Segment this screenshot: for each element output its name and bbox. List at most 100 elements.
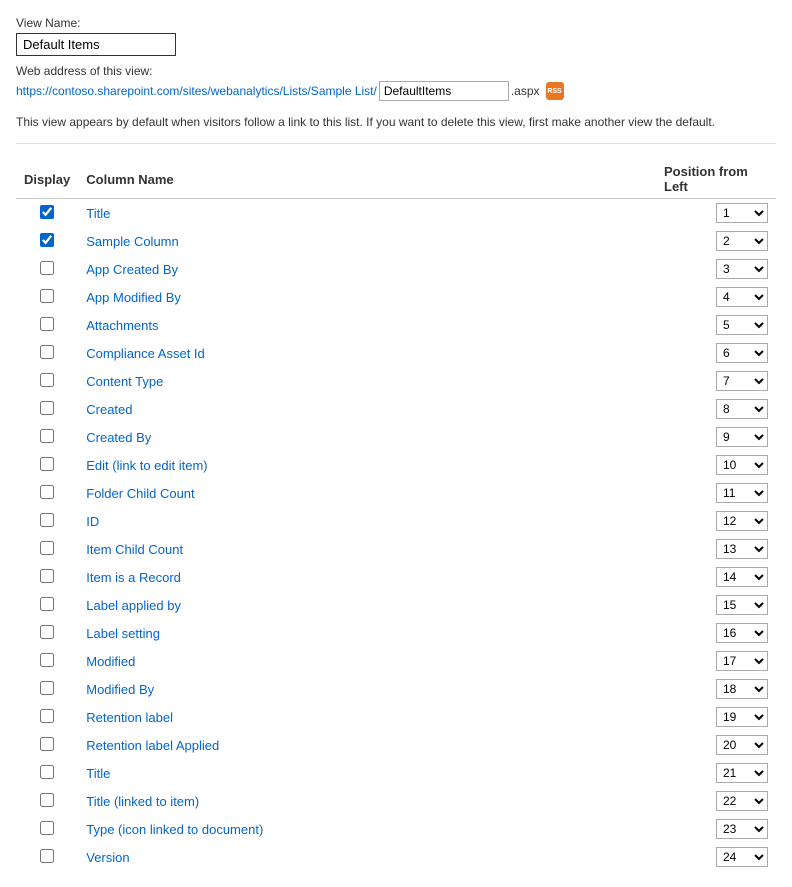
column-name-link[interactable]: Compliance Asset Id: [86, 346, 205, 361]
position-select[interactable]: 123456789101112131415161718192021222324: [716, 455, 768, 475]
table-row: Folder Child Count 1234567891011121314151…: [16, 479, 776, 507]
column-name-link[interactable]: Created By: [86, 430, 151, 445]
column-name-link[interactable]: Edit (link to edit item): [86, 458, 207, 473]
web-address-suffix: .aspx: [511, 84, 540, 98]
column-name-link[interactable]: Sample Column: [86, 234, 179, 249]
column-checkbox[interactable]: [40, 597, 54, 611]
position-select[interactable]: 123456789101112131415161718192021222324: [716, 763, 768, 783]
position-select[interactable]: 123456789101112131415161718192021222324: [716, 203, 768, 223]
column-checkbox[interactable]: [40, 485, 54, 499]
position-select[interactable]: 123456789101112131415161718192021222324: [716, 819, 768, 839]
column-name-link[interactable]: Folder Child Count: [86, 486, 194, 501]
column-name-link[interactable]: Title: [86, 206, 110, 221]
column-checkbox[interactable]: [40, 625, 54, 639]
position-select[interactable]: 123456789101112131415161718192021222324: [716, 847, 768, 867]
column-name-link[interactable]: Item Child Count: [86, 542, 183, 557]
table-row: App Modified By 1234567891011121314151617…: [16, 283, 776, 311]
columns-table: Display Column Name Position from Left T…: [16, 160, 776, 871]
view-name-label: View Name:: [16, 16, 776, 30]
info-text: This view appears by default when visito…: [16, 113, 776, 144]
table-row: Item is a Record 123456789101112131415161…: [16, 563, 776, 591]
table-row: Version 123456789101112131415161718192021…: [16, 843, 776, 871]
column-name-link[interactable]: Item is a Record: [86, 570, 181, 585]
column-checkbox[interactable]: [40, 401, 54, 415]
web-address-label: Web address of this view:: [16, 64, 776, 78]
column-name-link[interactable]: Version: [86, 850, 129, 865]
position-select[interactable]: 123456789101112131415161718192021222324: [716, 735, 768, 755]
position-select[interactable]: 123456789101112131415161718192021222324: [716, 539, 768, 559]
column-name-link[interactable]: Attachments: [86, 318, 158, 333]
column-name-link[interactable]: Retention label Applied: [86, 738, 219, 753]
column-checkbox[interactable]: [40, 261, 54, 275]
column-checkbox[interactable]: [40, 653, 54, 667]
position-select[interactable]: 123456789101112131415161718192021222324: [716, 595, 768, 615]
rss-icon[interactable]: [546, 82, 564, 100]
column-checkbox[interactable]: [40, 457, 54, 471]
column-checkbox[interactable]: [40, 765, 54, 779]
column-name-link[interactable]: Modified By: [86, 682, 154, 697]
position-select[interactable]: 123456789101112131415161718192021222324: [716, 315, 768, 335]
position-select[interactable]: 123456789101112131415161718192021222324: [716, 259, 768, 279]
table-row: Label applied by 123456789101112131415161…: [16, 591, 776, 619]
column-name-link[interactable]: Label applied by: [86, 598, 181, 613]
position-select[interactable]: 123456789101112131415161718192021222324: [716, 679, 768, 699]
position-select[interactable]: 123456789101112131415161718192021222324: [716, 427, 768, 447]
table-row: Retention label 1234567891011121314151617…: [16, 703, 776, 731]
column-name-link[interactable]: ID: [86, 514, 99, 529]
position-select[interactable]: 123456789101112131415161718192021222324: [716, 399, 768, 419]
column-checkbox[interactable]: [40, 709, 54, 723]
column-checkbox[interactable]: [40, 205, 54, 219]
position-select[interactable]: 123456789101112131415161718192021222324: [716, 511, 768, 531]
column-name-link[interactable]: Retention label: [86, 710, 173, 725]
column-name-link[interactable]: Label setting: [86, 626, 160, 641]
table-row: Content Type 1234567891011121314151617181…: [16, 367, 776, 395]
column-checkbox[interactable]: [40, 541, 54, 555]
table-row: Modified By 12345678910111213141516171819…: [16, 675, 776, 703]
web-address-input[interactable]: [379, 81, 509, 101]
table-row: Label setting 123456789101112131415161718…: [16, 619, 776, 647]
table-row: App Created By 12345678910111213141516171…: [16, 255, 776, 283]
column-checkbox[interactable]: [40, 737, 54, 751]
web-address-row: https://contoso.sharepoint.com/sites/web…: [16, 81, 776, 101]
position-select[interactable]: 123456789101112131415161718192021222324: [716, 231, 768, 251]
column-name-link[interactable]: App Created By: [86, 262, 178, 277]
column-checkbox[interactable]: [40, 345, 54, 359]
column-checkbox[interactable]: [40, 821, 54, 835]
column-name-link[interactable]: Modified: [86, 654, 135, 669]
column-checkbox[interactable]: [40, 373, 54, 387]
column-checkbox[interactable]: [40, 513, 54, 527]
table-row: Compliance Asset Id 123456789101112131415…: [16, 339, 776, 367]
table-row: Type (icon linked to document) 1234567891…: [16, 815, 776, 843]
position-select[interactable]: 123456789101112131415161718192021222324: [716, 343, 768, 363]
column-checkbox[interactable]: [40, 569, 54, 583]
position-select[interactable]: 123456789101112131415161718192021222324: [716, 567, 768, 587]
column-name-link[interactable]: Title: [86, 766, 110, 781]
column-checkbox[interactable]: [40, 681, 54, 695]
column-checkbox[interactable]: [40, 429, 54, 443]
table-row: Edit (link to edit item) 1234567891011121…: [16, 451, 776, 479]
position-select[interactable]: 123456789101112131415161718192021222324: [716, 791, 768, 811]
column-checkbox[interactable]: [40, 233, 54, 247]
position-select[interactable]: 123456789101112131415161718192021222324: [716, 287, 768, 307]
column-checkbox[interactable]: [40, 849, 54, 863]
header-display: Display: [16, 160, 78, 199]
column-name-link[interactable]: Created: [86, 402, 132, 417]
column-name-link[interactable]: Title (linked to item): [86, 794, 199, 809]
view-name-input[interactable]: [16, 33, 176, 56]
table-row: Title 12345678910111213141516171819202122…: [16, 199, 776, 228]
position-select[interactable]: 123456789101112131415161718192021222324: [716, 623, 768, 643]
column-checkbox[interactable]: [40, 289, 54, 303]
column-name-link[interactable]: Type (icon linked to document): [86, 822, 263, 837]
position-select[interactable]: 123456789101112131415161718192021222324: [716, 651, 768, 671]
column-name-link[interactable]: Content Type: [86, 374, 163, 389]
position-select[interactable]: 123456789101112131415161718192021222324: [716, 707, 768, 727]
table-row: Modified 12345678910111213141516171819202…: [16, 647, 776, 675]
web-address-url: https://contoso.sharepoint.com/sites/web…: [16, 84, 377, 98]
position-select[interactable]: 123456789101112131415161718192021222324: [716, 371, 768, 391]
column-checkbox[interactable]: [40, 317, 54, 331]
table-row: ID 12345678910111213141516171819202122232…: [16, 507, 776, 535]
column-name-link[interactable]: App Modified By: [86, 290, 181, 305]
position-select[interactable]: 123456789101112131415161718192021222324: [716, 483, 768, 503]
column-checkbox[interactable]: [40, 793, 54, 807]
table-row: Created 123456789101112131415161718192021…: [16, 395, 776, 423]
